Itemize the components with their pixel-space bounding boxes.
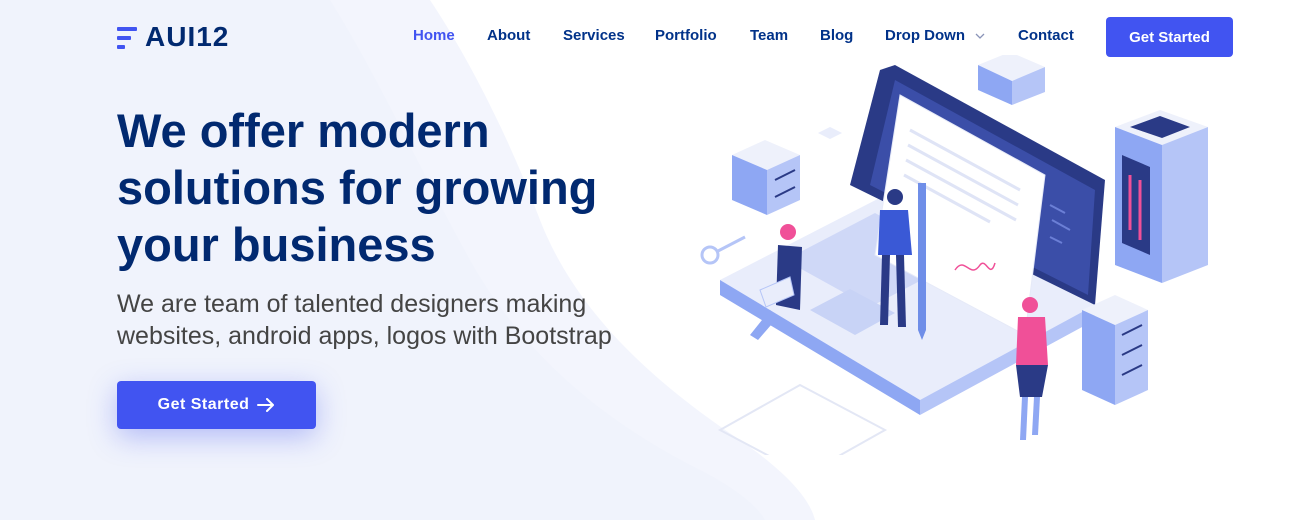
get-started-header-button[interactable]: Get Started bbox=[1106, 17, 1233, 57]
nav-services[interactable]: Services bbox=[563, 27, 625, 44]
nav-contact[interactable]: Contact bbox=[1018, 27, 1074, 44]
arrow-right-icon bbox=[257, 398, 275, 412]
site-header: AUI12 Home About Services Portfolio Team… bbox=[0, 0, 1307, 74]
hero-subtitle: We are team of talented designers making… bbox=[117, 290, 612, 350]
chevron-down-icon bbox=[975, 33, 985, 39]
nav-portfolio[interactable]: Portfolio bbox=[655, 27, 717, 44]
nav-about[interactable]: About bbox=[487, 27, 530, 44]
nav-team[interactable]: Team bbox=[750, 27, 788, 44]
nav-dropdown[interactable]: Drop Down bbox=[885, 27, 986, 44]
hero-illustration bbox=[700, 55, 1208, 455]
get-started-hero-label: Get Started bbox=[157, 396, 250, 413]
nav-home[interactable]: Home bbox=[413, 27, 455, 44]
nav-dropdown-label: Drop Down bbox=[885, 27, 965, 44]
nav-blog[interactable]: Blog bbox=[820, 27, 853, 44]
get-started-hero-button[interactable]: Get Started bbox=[117, 381, 316, 429]
hero-title: We offer modern solutions for growing yo… bbox=[117, 104, 598, 271]
